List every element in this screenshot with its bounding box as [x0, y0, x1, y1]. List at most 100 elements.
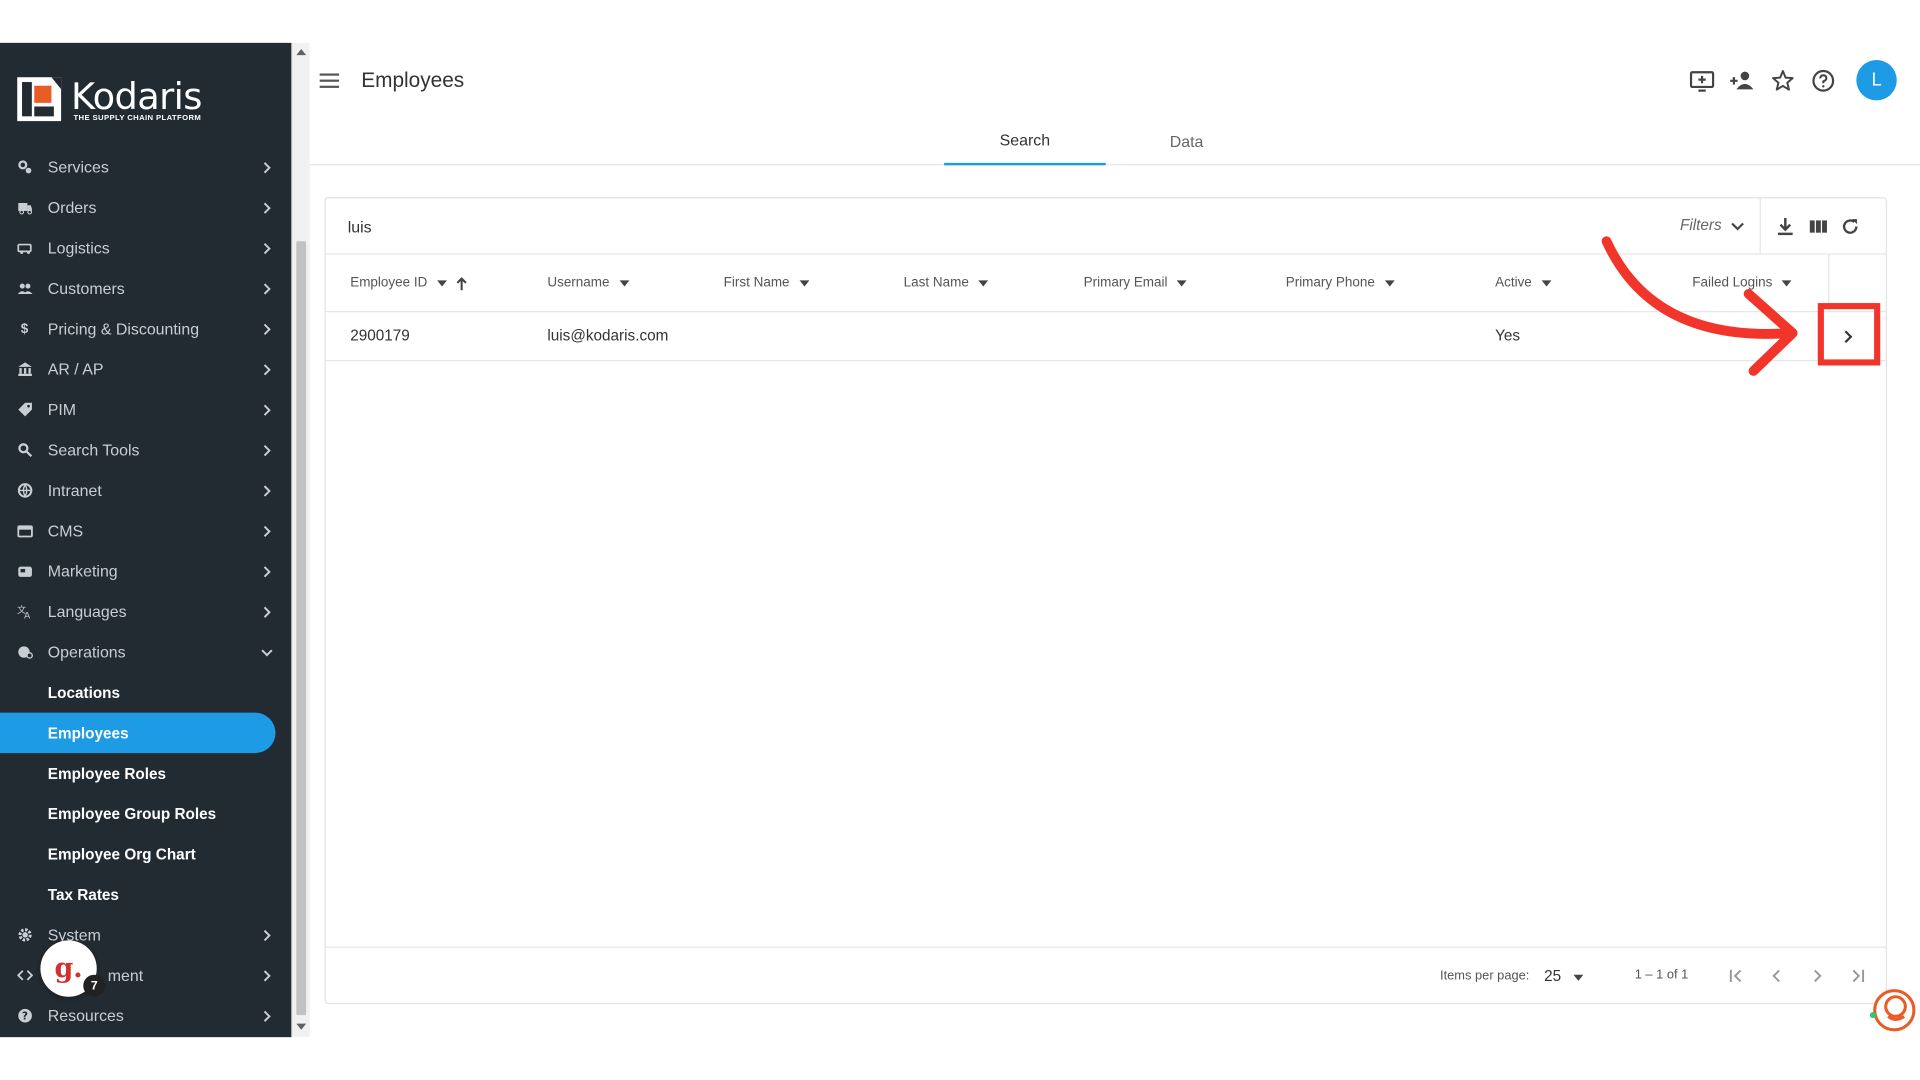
- help-icon: ?: [16, 1007, 33, 1024]
- scrollbar-thumb[interactable]: [296, 241, 307, 1016]
- sidebar-subitem-label: Tax Rates: [47, 885, 119, 904]
- tab-data[interactable]: Data: [1106, 116, 1268, 165]
- column-header-failed-logins[interactable]: Failed Logins: [1692, 276, 1792, 290]
- sidebar-item-intranet[interactable]: Intranet: [0, 470, 291, 510]
- bank-icon: [16, 361, 33, 378]
- chevron-down-icon: [261, 648, 273, 656]
- sidebar-item-label: Orders: [47, 198, 97, 217]
- column-header-primary-phone[interactable]: Primary Phone: [1286, 276, 1395, 290]
- hamburger-menu-icon[interactable]: [319, 72, 340, 89]
- logo-wordmark: Kodaris: [71, 75, 202, 119]
- column-header-label: Username: [547, 275, 610, 291]
- caret-down-icon[interactable]: [1177, 279, 1188, 287]
- sidebar-item-resources[interactable]: ? Resources: [0, 996, 291, 1036]
- screen-add-icon[interactable]: [1689, 67, 1716, 94]
- caret-down-icon[interactable]: [1573, 974, 1584, 981]
- tab-search[interactable]: Search: [944, 116, 1106, 166]
- sidebar-item-operations[interactable]: Operations: [0, 632, 291, 672]
- sidebar-subitem-employee-roles[interactable]: Employee Roles: [0, 753, 276, 793]
- sidebar-subitem-tax-rates[interactable]: Tax Rates: [0, 874, 276, 914]
- column-header-first-name[interactable]: First Name: [724, 276, 810, 290]
- svg-text:?: ?: [21, 1012, 27, 1023]
- sidebar-item-services[interactable]: Services: [0, 147, 291, 187]
- column-header-employee-id[interactable]: Employee ID: [350, 276, 447, 290]
- table-row[interactable]: 2900179 luis@kodaris.com Yes: [325, 312, 1886, 362]
- caret-down-icon[interactable]: [978, 279, 989, 287]
- sidebar: Kodaris THE SUPPLY CHAIN PLATFORM Servic…: [0, 42, 292, 1038]
- first-page-icon[interactable]: [1728, 967, 1745, 984]
- caret-down-icon[interactable]: [1384, 279, 1395, 287]
- app-frame: Kodaris THE SUPPLY CHAIN PLATFORM Servic…: [0, 0, 1920, 1080]
- sidebar-item-label: CMS: [47, 521, 84, 541]
- last-page-icon[interactable]: [1849, 967, 1866, 984]
- search-input[interactable]: [347, 213, 1450, 241]
- sort-ascending-arrow-icon[interactable]: [456, 277, 468, 292]
- sidebar-item-label: Operations: [47, 642, 126, 662]
- items-per-page-select[interactable]: 25: [1544, 967, 1561, 984]
- person-add-icon[interactable]: [1729, 67, 1756, 94]
- sidebar-item-orders[interactable]: Orders: [0, 187, 291, 227]
- chevron-right-icon: [263, 282, 271, 294]
- previous-page-icon[interactable]: [1768, 967, 1785, 984]
- sidebar-item-label: Resources: [47, 1006, 124, 1025]
- caret-down-icon[interactable]: [1782, 279, 1792, 287]
- filters-dropdown[interactable]: Filters: [1680, 217, 1722, 234]
- logo-tagline: THE SUPPLY CHAIN PLATFORM: [73, 113, 202, 123]
- column-header-username[interactable]: Username: [547, 275, 630, 291]
- sidebar-item-search-tools[interactable]: Search Tools: [0, 430, 291, 470]
- open-row-chevron-right-icon[interactable]: [1839, 328, 1856, 345]
- columns-icon[interactable]: [1807, 216, 1829, 238]
- next-page-icon[interactable]: [1809, 967, 1826, 984]
- chevron-right-icon: [263, 323, 271, 335]
- employees-table-card: Filters Employee ID Username First Name …: [324, 197, 1887, 1005]
- caret-down-icon[interactable]: [799, 279, 810, 287]
- sidebar-item-marketing[interactable]: Marketing: [0, 551, 291, 591]
- sidebar-item-customers[interactable]: Customers: [0, 268, 291, 308]
- column-header-label: Last Name: [903, 275, 969, 291]
- caret-down-icon[interactable]: [437, 279, 447, 287]
- sidebar-item-languages[interactable]: 文A Languages: [0, 591, 291, 631]
- help-icon[interactable]: [1810, 67, 1837, 94]
- sidebar-subitem-employee-group-roles[interactable]: Employee Group Roles: [0, 793, 276, 833]
- user-avatar[interactable]: L: [1856, 60, 1897, 101]
- marketing-icon: [16, 563, 33, 580]
- column-header-primary-email[interactable]: Primary Email: [1084, 276, 1188, 290]
- sidebar-item-label: Pricing & Discounting: [47, 319, 200, 338]
- sidebar-item-ar-ap[interactable]: AR / AP: [0, 349, 291, 389]
- star-icon[interactable]: [1769, 67, 1796, 94]
- sidebar-item-label: PIM: [47, 400, 77, 419]
- scroll-down-arrow-icon[interactable]: [296, 1023, 307, 1030]
- chevron-right-icon: [263, 606, 271, 618]
- sidebar-subitem-employee-org-chart[interactable]: Employee Org Chart: [0, 834, 276, 874]
- sidebar-subitem-locations[interactable]: Locations: [0, 672, 276, 712]
- sidebar-item-cms[interactable]: CMS: [0, 511, 291, 551]
- caret-down-icon[interactable]: [619, 279, 630, 287]
- chevron-right-icon: [263, 929, 271, 941]
- sidebar-item-label: ment: [107, 966, 144, 985]
- sidebar-item-pricing[interactable]: $ Pricing & Discounting: [0, 309, 291, 349]
- column-header-active[interactable]: Active: [1495, 276, 1552, 290]
- sidebar-item-system[interactable]: System: [0, 915, 291, 955]
- sidebar-item-logistics[interactable]: Logistics: [0, 228, 291, 268]
- column-header-last-name[interactable]: Last Name: [903, 275, 989, 291]
- refresh-icon[interactable]: [1839, 216, 1861, 238]
- cms-icon: [16, 522, 33, 539]
- sidebar-item-label: Intranet: [47, 481, 102, 500]
- page-title: Employees: [361, 68, 465, 92]
- truck-icon: [16, 199, 33, 216]
- items-per-page-label: Items per page:: [1440, 968, 1530, 984]
- chevron-right-icon: [263, 201, 271, 214]
- sidebar-item-label: Search Tools: [47, 440, 140, 460]
- sidebar-subitem-employees[interactable]: Employees: [0, 712, 276, 754]
- chevron-right-icon: [263, 484, 271, 497]
- sidebar-scrollbar[interactable]: [291, 42, 310, 1038]
- caret-down-icon[interactable]: [1541, 279, 1552, 287]
- sidebar-item-pim[interactable]: PIM: [0, 389, 291, 429]
- download-icon[interactable]: [1774, 216, 1796, 238]
- chat-widget-icon[interactable]: [1869, 986, 1917, 1033]
- kodaris-logo[interactable]: Kodaris THE SUPPLY CHAIN PLATFORM: [17, 75, 262, 126]
- chevron-down-icon[interactable]: [1730, 220, 1745, 232]
- sidebar-item-label: Languages: [47, 602, 127, 621]
- scroll-up-arrow-icon[interactable]: [296, 48, 307, 56]
- chevron-right-icon: [263, 242, 271, 254]
